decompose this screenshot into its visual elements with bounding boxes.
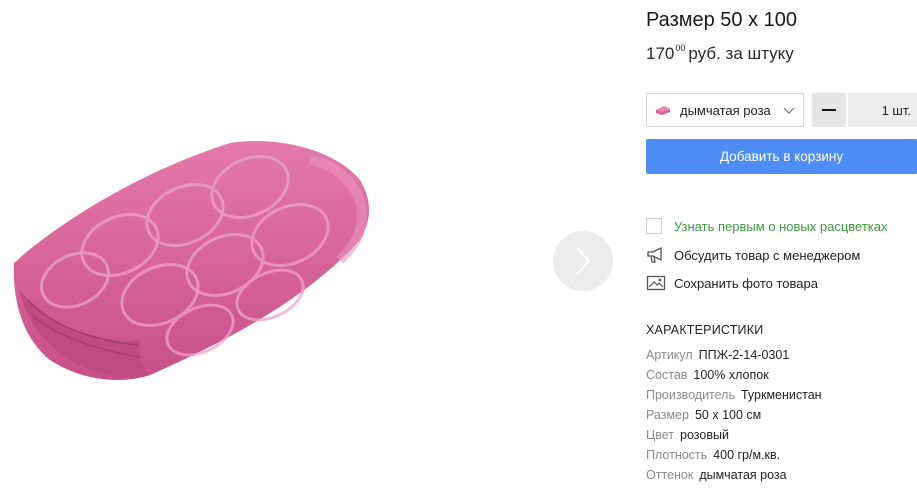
characteristic-row: Размер 50 х 100 см xyxy=(646,408,761,422)
minus-icon xyxy=(822,109,836,111)
quantity-stepper: 1 шт. xyxy=(812,93,917,127)
price-unit: руб. за штуку xyxy=(688,44,794,63)
characteristic-value: Туркменистан xyxy=(740,388,822,402)
product-image-towel xyxy=(13,141,369,380)
characteristic-row: Оттенок дымчатая роза xyxy=(646,468,787,482)
characteristic-label: Размер xyxy=(646,408,689,422)
product-info-panel: Размер 50 х 100 17000 руб. за штуку дымча… xyxy=(646,0,917,491)
quantity-decrease-button[interactable] xyxy=(812,93,846,127)
notify-new-colors-label[interactable]: Узнать первым о новых расцветках xyxy=(674,219,887,234)
characteristic-label: Цвет xyxy=(646,428,675,442)
characteristics-heading: ХАРАКТЕРИСТИКИ xyxy=(646,323,764,337)
characteristic-label: Состав xyxy=(646,368,688,382)
gallery-next-button[interactable] xyxy=(553,231,613,291)
characteristic-label: Оттенок xyxy=(646,468,694,482)
chevron-right-icon xyxy=(576,247,591,275)
characteristic-row: Артикул ППЖ-2-14-0301 xyxy=(646,348,789,362)
characteristic-value: 50 х 100 см xyxy=(694,408,762,422)
discuss-with-manager-link[interactable]: Обсудить товар с менеджером xyxy=(646,246,860,264)
characteristic-row: Цвет розовый xyxy=(646,428,729,442)
chevron-down-icon xyxy=(783,107,795,114)
quantity-input[interactable]: 1 шт. xyxy=(848,93,917,127)
color-select-value: дымчатая роза xyxy=(680,102,771,118)
characteristic-row: Производитель Туркменистан xyxy=(646,388,822,402)
product-title: Размер 50 х 100 xyxy=(646,9,798,31)
characteristic-row: Плотность 400 гр/м.кв. xyxy=(646,448,780,462)
characteristic-label: Производитель xyxy=(646,388,735,402)
megaphone-icon xyxy=(646,246,666,264)
characteristic-value: 100% хлопок xyxy=(693,368,769,382)
save-photo-label: Сохранить фото товара xyxy=(674,275,818,291)
characteristic-value: ППЖ-2-14-0301 xyxy=(698,348,790,362)
product-gallery xyxy=(0,0,630,491)
product-price: 17000 руб. за штуку xyxy=(646,43,794,64)
notify-new-colors-option[interactable]: Узнать первым о новых расцветках xyxy=(646,218,887,234)
discuss-with-manager-label: Обсудить товар с менеджером xyxy=(674,247,861,263)
save-photo-link[interactable]: Сохранить фото товара xyxy=(646,274,818,292)
price-main: 170 xyxy=(646,44,675,63)
photo-icon xyxy=(646,274,666,292)
characteristic-value: 400 гр/м.кв. xyxy=(713,448,781,462)
characteristic-value: дымчатая роза xyxy=(699,468,787,482)
add-to-cart-button[interactable]: Добавить в корзину xyxy=(646,139,917,174)
characteristic-value: розовый xyxy=(680,428,729,442)
color-swatch-icon xyxy=(656,105,670,115)
notify-checkbox[interactable] xyxy=(646,218,662,234)
characteristic-row: Состав 100% хлопок xyxy=(646,368,769,382)
price-cents: 00 xyxy=(675,43,686,53)
characteristic-label: Артикул xyxy=(646,348,693,362)
characteristic-label: Плотность xyxy=(646,448,708,462)
color-select[interactable]: дымчатая роза xyxy=(646,93,804,127)
